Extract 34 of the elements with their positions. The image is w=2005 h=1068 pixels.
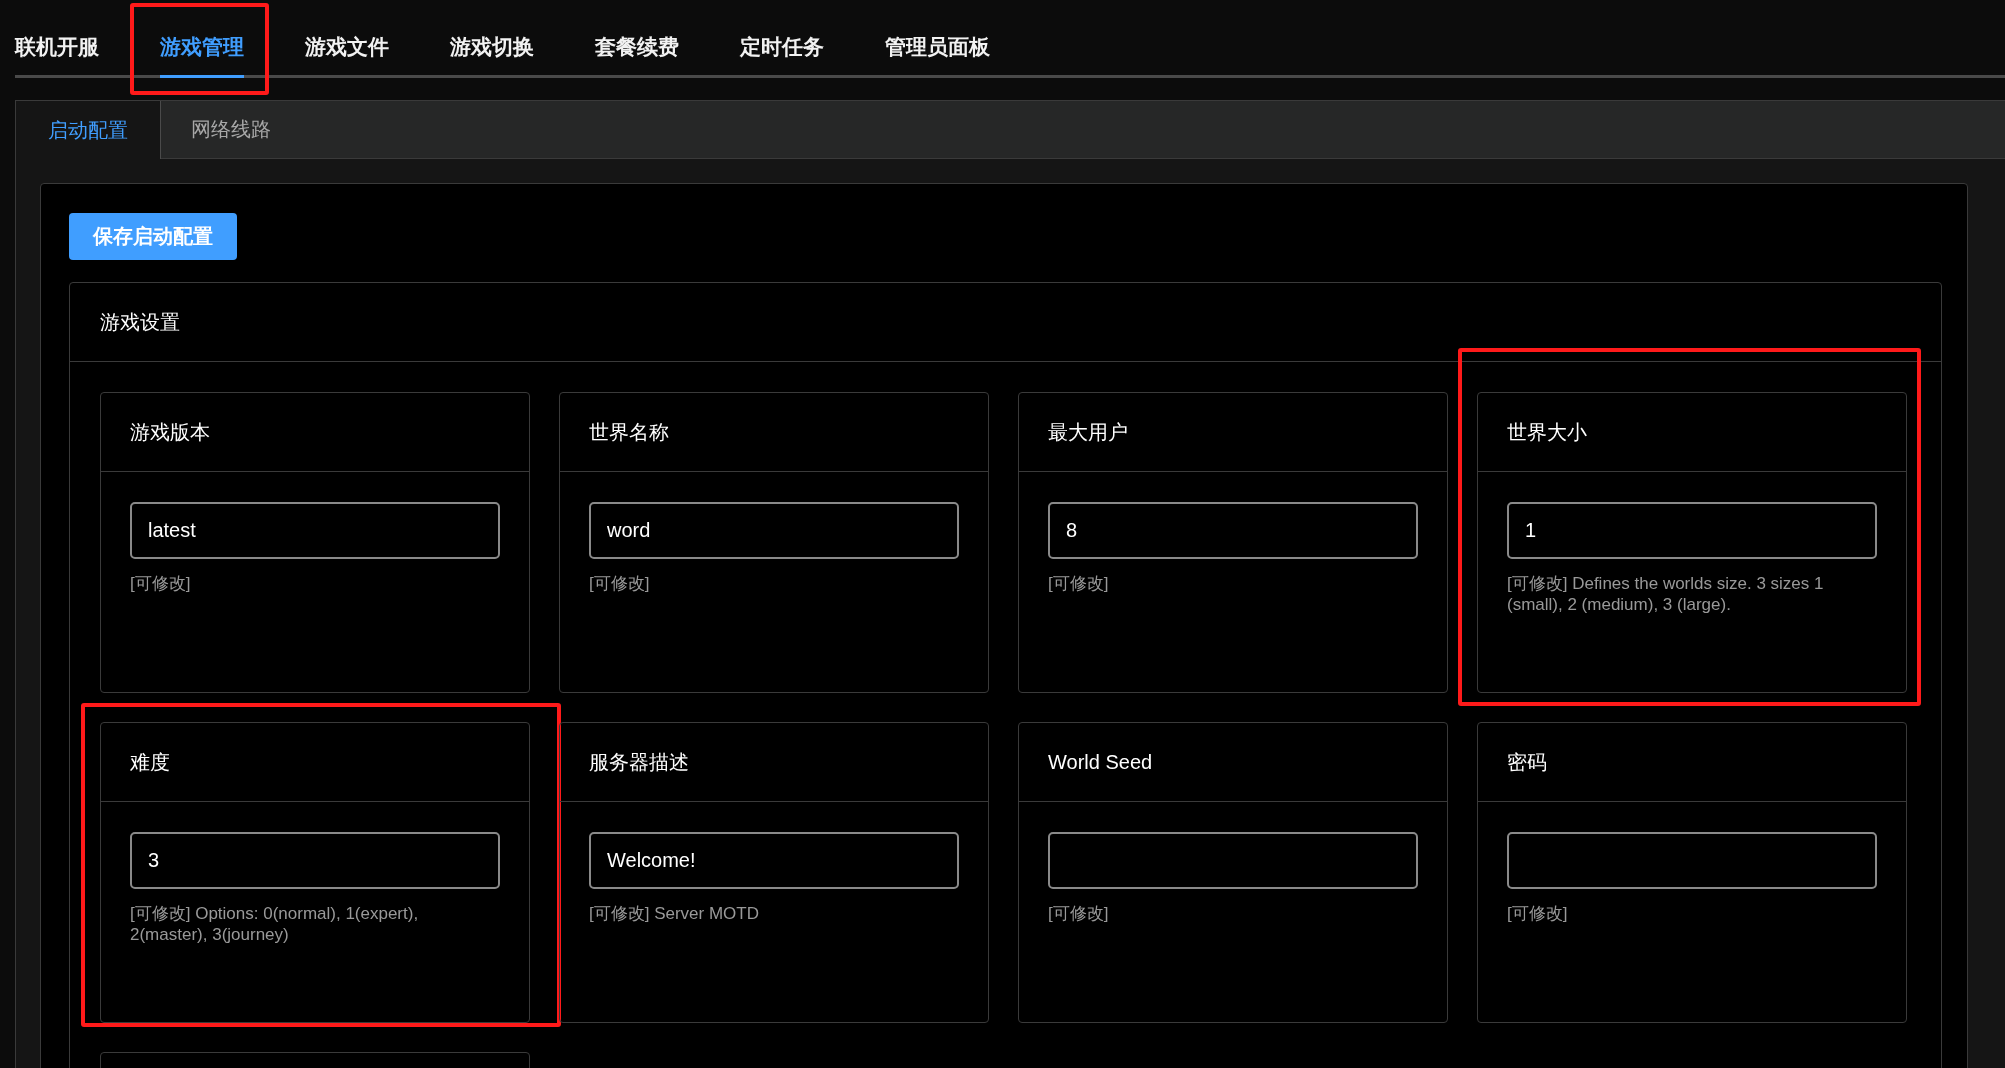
input-field[interactable] [1507,832,1877,889]
field-label: 难度 [130,749,170,775]
nav-tab[interactable]: 套餐续费 [595,0,679,78]
input-field[interactable]: Welcome! [589,832,959,889]
card-title: 游戏设置 [100,309,180,335]
nav-tab[interactable]: 游戏管理 [160,0,244,78]
field-label: World Seed [1048,750,1153,774]
nav-tab[interactable]: 游戏文件 [305,0,389,78]
nav-tab[interactable]: 管理员面板 [885,0,990,78]
sub-tab[interactable]: 启动配置 [16,101,161,159]
help-text: [可修改] [1507,903,1569,924]
sub-tab[interactable]: 网络线路 [161,101,302,158]
help-text: [可修改] Defines the worlds size. 3 sizes 1 (small), 2 (medium), 3 (large). [1507,573,1825,615]
nav-tab[interactable]: 定时任务 [740,0,824,78]
nav-tab[interactable]: 游戏切换 [450,0,534,78]
help-text: [可修改] [1048,903,1110,924]
input-field[interactable]: 3 [130,832,500,889]
help-text: [可修改] [589,573,651,594]
field-label: 最大用户 [1048,419,1128,445]
field-label: 世界名称 [589,419,669,445]
field-label: 世界大小 [1507,419,1587,445]
nav-tab[interactable]: 联机开服 [15,0,99,78]
input-field[interactable] [1048,832,1418,889]
input-field[interactable]: 8 [1048,502,1418,559]
field-label: 密码 [1507,749,1547,775]
input-field[interactable]: latest [130,502,500,559]
help-text: [可修改] [1048,573,1110,594]
help-text: [可修改] Options: 0(normal), 1(expert), 2(master), 3(journey) [130,903,420,945]
input-field[interactable]: word [589,502,959,559]
field-label: 游戏版本 [130,419,210,445]
input-field[interactable]: 1 [1507,502,1877,559]
help-text: [可修改] [130,573,192,594]
help-text: [可修改] Server MOTD [589,903,760,924]
field-label: 服务器描述 [589,749,689,775]
